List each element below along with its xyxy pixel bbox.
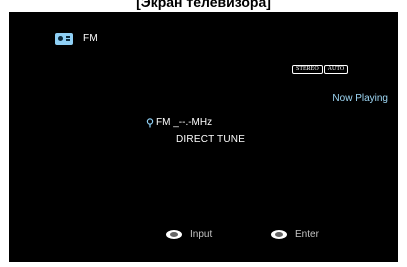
- input-hint-label: Input: [190, 229, 213, 240]
- source-label: FM: [83, 33, 99, 44]
- enter-disc-icon: [271, 230, 287, 239]
- input-disc-icon: [166, 230, 182, 239]
- signal-badges: STEREO AUTO: [292, 65, 349, 74]
- frequency-row: FM _--.-MHz: [146, 117, 212, 128]
- now-playing-status: Now Playing: [332, 93, 388, 104]
- caption-title: [Экран телевизора]: [136, 0, 271, 10]
- enter-hint[interactable]: Enter: [271, 229, 319, 240]
- enter-hint-label: Enter: [295, 229, 319, 240]
- tuner-radio-icon: [55, 33, 73, 45]
- stereo-badge: STEREO: [292, 65, 323, 74]
- antenna-pin-icon: [146, 117, 154, 127]
- auto-badge: AUTO: [323, 65, 349, 74]
- direct-tune-label: DIRECT TUNE: [176, 134, 246, 145]
- tv-screen: FM STEREO AUTO Now Playing FM _--.-MHz D…: [9, 12, 398, 262]
- input-hint[interactable]: Input: [166, 229, 212, 240]
- frequency-text: FM _--.-MHz: [156, 117, 213, 128]
